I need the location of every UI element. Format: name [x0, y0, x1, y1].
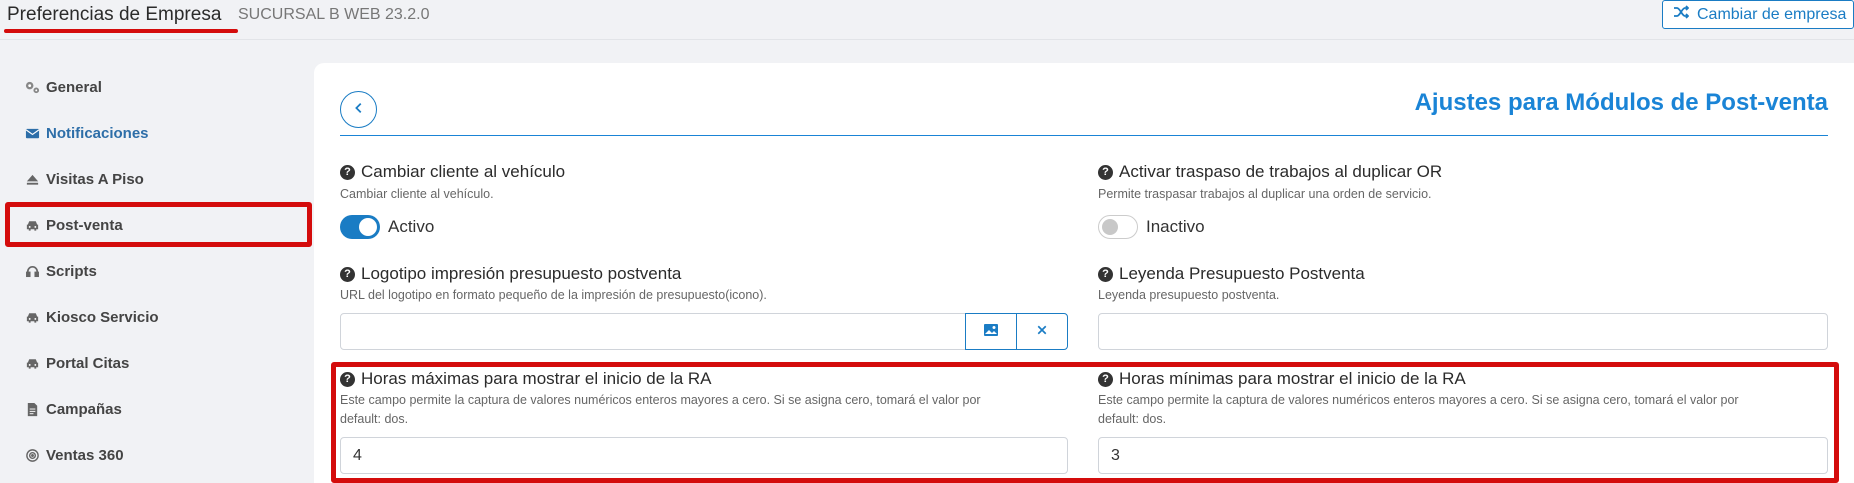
toggle-activar-traspaso[interactable]: [1098, 215, 1138, 239]
image-icon: [983, 322, 999, 341]
desc-line: Este campo permite la captura de valores…: [340, 393, 981, 407]
back-button[interactable]: [340, 91, 377, 128]
field-desc-logotipo: URL del logotipo en formato pequeño de l…: [340, 288, 767, 302]
sidebar-item-general[interactable]: General: [24, 73, 102, 101]
desc-line: default: dos.: [1098, 412, 1167, 426]
chevron-left-icon: [352, 101, 366, 118]
shuffle-icon: [1673, 4, 1690, 25]
active-item-highlight: [5, 202, 312, 247]
sidebar-item-label: Portal Citas: [46, 354, 130, 372]
question-icon: ?: [340, 371, 355, 387]
headset-icon: [24, 263, 40, 279]
field-label-text: Logotipo impresión presupuesto postventa: [361, 264, 682, 283]
page-title: Preferencias de Empresa: [7, 4, 222, 25]
sidebar-item-label: Notificaciones: [46, 124, 149, 142]
horas-minimas-input[interactable]: [1098, 437, 1828, 474]
horas-maximas-input[interactable]: [340, 437, 1068, 474]
field-label-text: Cambiar cliente al vehículo: [361, 162, 566, 181]
sidebar-item-label: Campañas: [46, 400, 122, 418]
toggle-cambiar-cliente[interactable]: [340, 215, 380, 239]
field-label-text: Horas máximas para mostrar el inicio de …: [361, 369, 712, 388]
sidebar-item-notificaciones[interactable]: Notificaciones: [24, 119, 149, 147]
section-title: Ajustes para Módulos de Post-venta: [1414, 89, 1828, 116]
field-desc-leyenda: Leyenda presupuesto postventa.: [1098, 288, 1280, 302]
field-label-logotipo: ? Logotipo impresión presupuesto postven…: [340, 264, 681, 284]
field-label-cambiar-cliente: ? Cambiar cliente al vehículo: [340, 162, 565, 182]
switch-company-label: Cambiar de empresa: [1697, 5, 1847, 23]
field-desc-horas-maximas: Este campo permite la captura de valores…: [340, 391, 981, 429]
field-desc-cambiar-cliente: Cambiar cliente al vehículo.: [340, 187, 494, 201]
field-desc-horas-minimas: Este campo permite la captura de valores…: [1098, 391, 1739, 429]
sidebar-item-scripts[interactable]: Scripts: [24, 257, 97, 285]
toggle-state-label: Activo: [388, 217, 435, 236]
desc-line: Este campo permite la captura de valores…: [1098, 393, 1739, 407]
gears-icon: [24, 79, 40, 95]
desc-line: default: dos.: [340, 412, 409, 426]
switch-company-button[interactable]: Cambiar de empresa: [1662, 0, 1854, 29]
field-label-leyenda: ? Leyenda Presupuesto Postventa: [1098, 264, 1365, 284]
sidebar-item-kiosco-servicio[interactable]: Kiosco Servicio: [24, 303, 159, 331]
question-icon: ?: [1098, 164, 1113, 180]
title-underline-annotation: [4, 29, 238, 33]
sidebar-item-visitas-a-piso[interactable]: Visitas A Piso: [24, 165, 144, 193]
field-desc-activar-traspaso: Permite traspasar trabajos al duplicar u…: [1098, 187, 1432, 201]
logotipo-url-input[interactable]: [340, 313, 966, 350]
top-bar: Preferencias de Empresa SUCURSAL B WEB 2…: [0, 0, 1854, 40]
car-icon: [24, 309, 40, 325]
close-icon: [1036, 324, 1048, 339]
sidebar-item-label: Scripts: [46, 262, 97, 280]
toggle-state-label: Inactivo: [1146, 217, 1205, 236]
field-label-text: Horas mínimas para mostrar el inicio de …: [1119, 369, 1466, 388]
envelope-icon: [24, 125, 40, 141]
select-image-button[interactable]: [965, 313, 1017, 350]
document-icon: [24, 401, 40, 417]
leyenda-input[interactable]: [1098, 313, 1828, 350]
section-divider: [340, 135, 1828, 136]
field-label-text: Leyenda Presupuesto Postventa: [1119, 264, 1365, 283]
question-icon: ?: [1098, 371, 1113, 387]
sidebar-item-portal-citas[interactable]: Portal Citas: [24, 349, 129, 377]
eject-icon: [24, 171, 40, 187]
sidebar-item-label: Ventas 360: [46, 446, 124, 464]
car-icon: [24, 355, 40, 371]
field-label-activar-traspaso: ? Activar traspaso de trabajos al duplic…: [1098, 162, 1442, 182]
field-label-horas-minimas: ? Horas mínimas para mostrar el inicio d…: [1098, 369, 1466, 389]
question-icon: ?: [340, 164, 355, 180]
sidebar-item-label: Visitas A Piso: [46, 170, 144, 188]
page-subtitle: SUCURSAL B WEB 23.2.0: [238, 6, 430, 23]
field-label-text: Activar traspaso de trabajos al duplicar…: [1119, 162, 1443, 181]
question-icon: ?: [340, 266, 355, 282]
question-icon: ?: [1098, 266, 1113, 282]
sidebar-item-label: General: [46, 78, 102, 96]
sidebar-item-ventas-360[interactable]: Ventas 360: [24, 441, 124, 469]
sidebar-item-label: Kiosco Servicio: [46, 308, 159, 326]
clear-image-button[interactable]: [1016, 313, 1068, 350]
target-icon: [24, 447, 40, 463]
field-label-horas-maximas: ? Horas máximas para mostrar el inicio d…: [340, 369, 712, 389]
sidebar-item-campanas[interactable]: Campañas: [24, 395, 122, 423]
